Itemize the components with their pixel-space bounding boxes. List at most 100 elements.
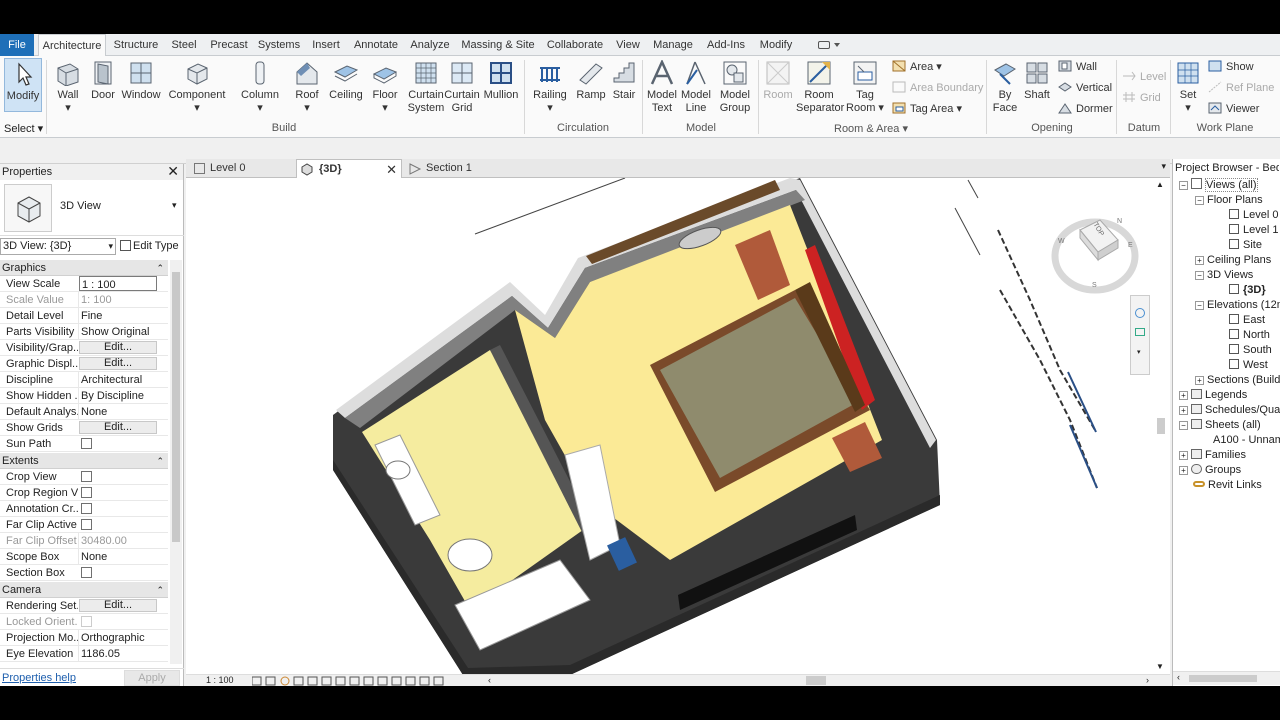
ceiling-button[interactable]: Ceiling [328,58,364,102]
properties-help-link[interactable]: Properties help [2,672,76,684]
wall-button[interactable]: Wall ▾ [52,58,84,115]
panel-toggle-icon[interactable] [818,39,840,51]
roof-button[interactable]: Roof ▾ [290,58,324,115]
tree-elevations[interactable]: − Elevations (12m [1195,298,1280,313]
tab-steel[interactable]: Steel [166,34,202,56]
section-box-checkbox[interactable] [81,567,92,578]
dormer-button[interactable]: Dormer [1058,100,1113,118]
prop-projection-mode[interactable]: Projection Mo... Orthographic [0,630,168,646]
set-button[interactable]: Set ▾ [1172,58,1204,115]
instance-selector[interactable]: 3D View: {3D} ▾ [0,238,116,255]
scroll-right-icon[interactable]: › [1146,675,1149,685]
tab-precast[interactable]: Precast [206,34,252,56]
tab-view[interactable]: View [612,34,644,56]
edit-visibility-button[interactable]: Edit... [79,341,157,354]
ramp-button[interactable]: Ramp [574,58,608,102]
tab-analyze[interactable]: Analyze [406,34,454,56]
select-dropdown[interactable]: Select ▾ [4,122,43,135]
mullion-button[interactable]: Mullion [482,58,520,102]
viewer-button[interactable]: Viewer [1208,100,1259,118]
railing-button[interactable]: Railing ▾ [530,58,570,115]
tag-room-button[interactable]: Tag Room ▾ [846,58,884,115]
area-button[interactable]: Area ▾ [892,58,942,76]
tab-insert[interactable]: Insert [306,34,346,56]
scroll-up-icon[interactable]: ▲ [1156,180,1164,189]
tree-south[interactable]: South [1229,343,1272,358]
by-face-button[interactable]: By Face [988,58,1022,115]
tree-west[interactable]: West [1229,358,1268,373]
scroll-down-icon[interactable]: ▼ [1156,662,1164,671]
show-workplane-button[interactable]: Show [1208,58,1254,76]
tab-structure[interactable]: Structure [110,34,162,56]
sun-path-checkbox[interactable] [81,438,92,449]
zoom-icon[interactable] [1135,328,1145,336]
wall-opening-button[interactable]: Wall [1058,58,1097,76]
tabs-menu-icon[interactable]: ▾ [1161,161,1166,172]
view-scale-indicator[interactable]: 1 : 100 [206,675,234,685]
annotation-crop-checkbox[interactable] [81,503,92,514]
room-area-panel-label[interactable]: Room & Area ▾ [830,122,912,135]
tab-section-1[interactable]: Section 1 [404,159,510,178]
floor-button[interactable]: Floor ▾ [368,58,402,115]
section-graphics[interactable]: Graphics ⌃ [0,260,168,276]
tree-floor-plans[interactable]: − Floor Plans [1195,193,1263,208]
crop-region-checkbox[interactable] [81,487,92,498]
type-selector[interactable]: 3D View ▾ [0,180,184,236]
tree-sections[interactable]: + Sections (Build [1195,373,1280,388]
tree-revit-links[interactable]: Revit Links [1193,478,1262,493]
scroll-left-icon[interactable]: ‹ [488,675,491,685]
viewcube[interactable]: TOP N E W S [1050,204,1140,294]
vertical-opening-button[interactable]: Vertical [1058,79,1112,97]
tree-level-1[interactable]: Level 1 [1229,223,1278,238]
tree-groups[interactable]: + Groups [1179,463,1241,478]
tree-north[interactable]: North [1229,328,1270,343]
prop-detail-level[interactable]: Detail Level Fine [0,308,168,324]
properties-scrollbar[interactable] [170,260,182,664]
drawing-area-3d[interactable]: TOP N E W S ▾ ▲ ▼ [186,178,1170,674]
door-button[interactable]: Door [88,58,118,102]
tab-file[interactable]: File [0,34,34,56]
tree-views-all[interactable]: − Views (all) [1179,178,1258,193]
edit-graphic-display-button[interactable]: Edit... [79,357,157,370]
tab-collaborate[interactable]: Collaborate [542,34,608,56]
tree-families[interactable]: + Families [1179,448,1246,463]
prop-parts-visibility[interactable]: Parts Visibility Show Original [0,324,168,340]
tree-3d[interactable]: {3D} [1229,283,1266,298]
horizontal-scrollbar-thumb[interactable] [806,676,826,685]
tree-3d-views[interactable]: −3D Views [1195,268,1253,283]
tab-level-0[interactable]: Level 0 [188,159,294,178]
tree-site[interactable]: Site [1229,238,1262,253]
tab-3d[interactable]: {3D} ✕ [296,159,402,178]
tree-level-0[interactable]: Level 0 [1229,208,1278,223]
browser-horizontal-scrollbar[interactable]: ‹ [1173,671,1280,685]
shaft-button[interactable]: Shaft [1022,58,1052,102]
tab-annotate[interactable]: Annotate [350,34,402,56]
tag-area-button[interactable]: Tag Area ▾ [892,100,962,118]
crop-view-checkbox[interactable] [81,471,92,482]
curtain-system-button[interactable]: Curtain System [406,58,446,115]
tab-modify[interactable]: Modify [754,34,798,56]
close-tab-icon[interactable]: ✕ [386,160,397,179]
model-line-button[interactable]: Model Line [680,58,712,115]
tab-systems[interactable]: Systems [256,34,302,56]
tab-massing-site[interactable]: Massing & Site [458,34,538,56]
tree-east[interactable]: East [1229,313,1265,328]
tree-sheets[interactable]: − Sheets (all) [1179,418,1261,433]
section-camera[interactable]: Camera ⌃ [0,582,168,598]
view-scale-input[interactable]: 1 : 100 [79,276,157,291]
canvas-vertical-scrollbar[interactable]: ▲ ▼ [1154,178,1168,674]
model-group-button[interactable]: Model Group [716,58,754,115]
close-icon[interactable]: ✕ [167,164,179,179]
tab-add-ins[interactable]: Add-Ins [702,34,750,56]
window-button[interactable]: Window [120,58,162,102]
steering-wheel-icon[interactable] [1135,308,1145,318]
scrollbar-thumb[interactable] [172,272,180,542]
scrollbar-thumb[interactable] [1189,675,1257,682]
column-button[interactable]: Column ▾ [240,58,280,115]
edit-type-button[interactable]: Edit Type [120,238,182,255]
tree-ceiling-plans[interactable]: + Ceiling Plans [1195,253,1271,268]
prop-scope-box[interactable]: Scope Box None [0,549,168,565]
scroll-left-icon[interactable]: ‹ [1177,672,1180,682]
tab-manage[interactable]: Manage [648,34,698,56]
edit-rendering-button[interactable]: Edit... [79,599,157,612]
